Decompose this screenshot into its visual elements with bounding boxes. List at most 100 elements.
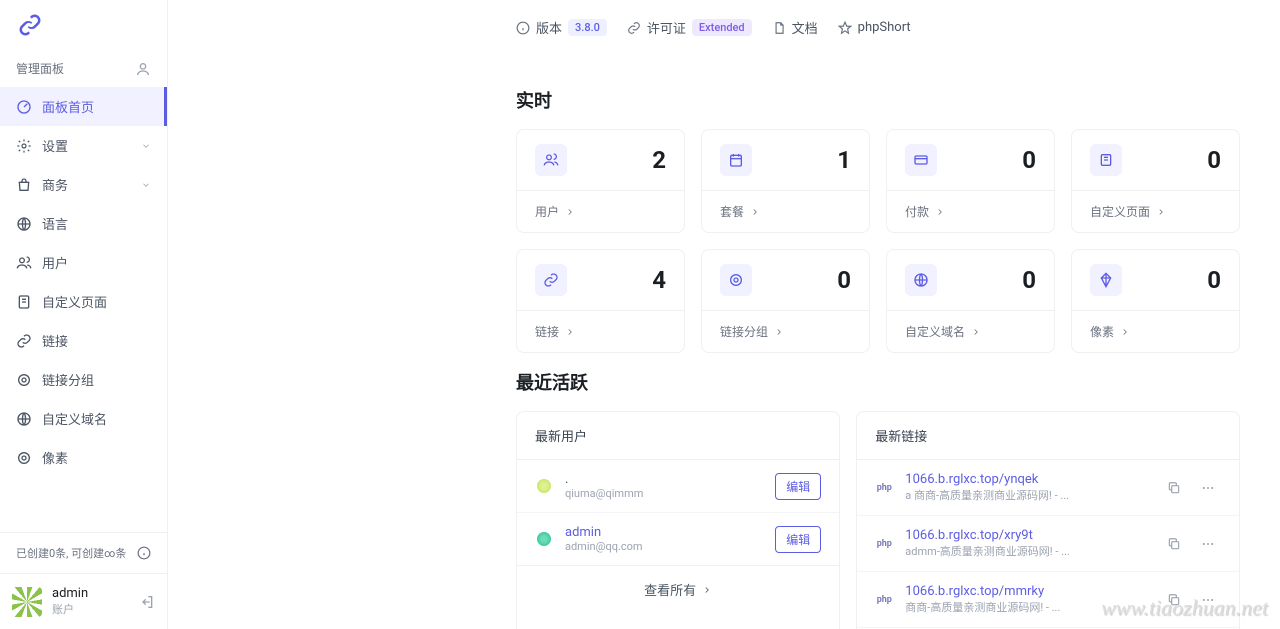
stat-card-links: 4 链接 <box>516 249 685 353</box>
stat-link[interactable]: 付款 <box>887 190 1054 232</box>
link-url[interactable]: 1066.b.rglxc.top/ynqek <box>905 472 1149 487</box>
user-info: admin 账户 <box>52 586 129 617</box>
nav-settings[interactable]: 设置 <box>0 126 167 165</box>
more-button[interactable] <box>1195 531 1221 557</box>
php-icon: php <box>875 535 893 553</box>
nav-custom-pages[interactable]: 自定义页面 <box>0 282 167 321</box>
logo-area[interactable] <box>0 0 167 50</box>
nav-links[interactable]: 链接 <box>0 321 167 360</box>
stat-top: 0 <box>1072 250 1239 310</box>
nav-pixels[interactable]: 像素 <box>0 438 167 477</box>
realtime-title: 实时 <box>516 87 1240 113</box>
more-button[interactable] <box>1195 587 1221 613</box>
stat-top: 0 <box>1072 130 1239 190</box>
activity-grid: 最新用户 . qiuma@qimmm 编辑 admin <box>516 411 1240 629</box>
nav-link-groups[interactable]: 链接分组 <box>0 360 167 399</box>
stat-link[interactable]: 用户 <box>517 190 684 232</box>
sidebar-nav: 面板首页 设置 商务 语言 用户 自定义页面 链接 <box>0 87 167 532</box>
chevron-right-icon <box>565 207 575 217</box>
stat-link[interactable]: 套餐 <box>702 190 869 232</box>
stat-link[interactable]: 链接 <box>517 310 684 352</box>
row-actions <box>1161 587 1221 613</box>
copy-button[interactable] <box>1161 475 1187 501</box>
target-icon <box>16 450 32 466</box>
chevron-down-icon <box>141 141 151 151</box>
nav-custom-domains[interactable]: 自定义域名 <box>0 399 167 438</box>
link-sub: admm-高质量亲测商业源码网! - ... <box>905 543 1149 559</box>
nav-label: 用户 <box>42 253 151 272</box>
license-item[interactable]: 许可证 Extended <box>627 18 752 37</box>
copy-button[interactable] <box>1161 587 1187 613</box>
chevron-right-icon <box>1156 207 1166 217</box>
stat-link[interactable]: 自定义页面 <box>1072 190 1239 232</box>
version-item[interactable]: 版本 3.8.0 <box>516 18 607 37</box>
link-sub: a 商商-高质量亲测商业源码网! - ... <box>905 487 1149 503</box>
view-all-link[interactable]: 查看所有 <box>517 565 839 613</box>
topbar: 版本 3.8.0 许可证 Extended 文档 phpShort <box>168 0 1280 55</box>
copy-button[interactable] <box>1161 531 1187 557</box>
globe-icon <box>16 411 32 427</box>
user-footer[interactable]: admin 账户 <box>0 573 167 629</box>
nav-label: 自定义域名 <box>42 409 151 428</box>
stat-value: 0 <box>837 266 851 294</box>
user-name: admin <box>52 586 129 601</box>
nav-business[interactable]: 商务 <box>0 165 167 204</box>
link-url[interactable]: 1066.b.rglxc.top/mmrky <box>905 584 1149 599</box>
version-badge: 3.8.0 <box>568 19 607 36</box>
nav-label: 面板首页 <box>42 97 151 116</box>
stat-value: 0 <box>1022 266 1036 294</box>
list-item: admin admin@qq.com 编辑 <box>517 512 839 565</box>
user-name[interactable]: . <box>565 472 763 487</box>
user-sub: 账户 <box>52 601 129 617</box>
stat-top: 0 <box>887 250 1054 310</box>
chevron-right-icon <box>971 327 981 337</box>
nav-users[interactable]: 用户 <box>0 243 167 282</box>
nav-label: 商务 <box>42 175 131 194</box>
link-icon <box>535 264 567 296</box>
stat-link[interactable]: 链接分组 <box>702 310 869 352</box>
docs-label: 文档 <box>792 18 818 37</box>
more-button[interactable] <box>1195 475 1221 501</box>
sidebar: 管理面板 面板首页 设置 商务 语言 用户 自定义页面 <box>0 0 168 629</box>
admin-panel-label: 管理面板 <box>16 60 64 77</box>
stat-top: 0 <box>702 250 869 310</box>
nav-dashboard[interactable]: 面板首页 <box>0 87 167 126</box>
stat-card-users: 2 用户 <box>516 129 685 233</box>
info-icon[interactable] <box>137 546 151 560</box>
nav-label: 语言 <box>42 214 151 233</box>
user-name[interactable]: admin <box>565 525 763 540</box>
user-avatar-icon <box>535 530 553 548</box>
stat-value: 1 <box>837 146 851 174</box>
chevron-down-icon <box>141 180 151 190</box>
stat-link[interactable]: 像素 <box>1072 310 1239 352</box>
stat-value: 0 <box>1022 146 1036 174</box>
avatar <box>12 587 42 617</box>
nav-label: 链接 <box>42 331 151 350</box>
php-icon: php <box>875 591 893 609</box>
recent-title: 最近活跃 <box>516 369 1240 395</box>
doc-icon <box>772 21 786 35</box>
stat-value: 4 <box>652 266 666 294</box>
link-url[interactable]: 1066.b.rglxc.top/xry9t <box>905 528 1149 543</box>
quota-text: 已创建0条, 可创建∞条 <box>16 545 126 561</box>
nav-label: 自定义页面 <box>42 292 151 311</box>
gauge-icon <box>16 99 32 115</box>
stat-top: 4 <box>517 250 684 310</box>
chevron-right-icon <box>1120 327 1130 337</box>
dots-icon <box>1201 481 1215 495</box>
product-item[interactable]: phpShort <box>838 20 911 35</box>
link-icon <box>627 21 641 35</box>
docs-item[interactable]: 文档 <box>772 18 818 37</box>
nav-language[interactable]: 语言 <box>0 204 167 243</box>
edit-button[interactable]: 编辑 <box>775 526 821 553</box>
kite-icon <box>1090 264 1122 296</box>
stat-link[interactable]: 自定义域名 <box>887 310 1054 352</box>
exit-icon[interactable] <box>139 594 155 610</box>
row-actions <box>1161 531 1221 557</box>
edit-button[interactable]: 编辑 <box>775 473 821 500</box>
stats-grid: 2 用户 1 套餐 <box>516 129 1240 353</box>
stat-top: 1 <box>702 130 869 190</box>
row-main: admin admin@qq.com <box>565 525 763 553</box>
product-label: phpShort <box>858 20 911 35</box>
page-icon <box>16 294 32 310</box>
